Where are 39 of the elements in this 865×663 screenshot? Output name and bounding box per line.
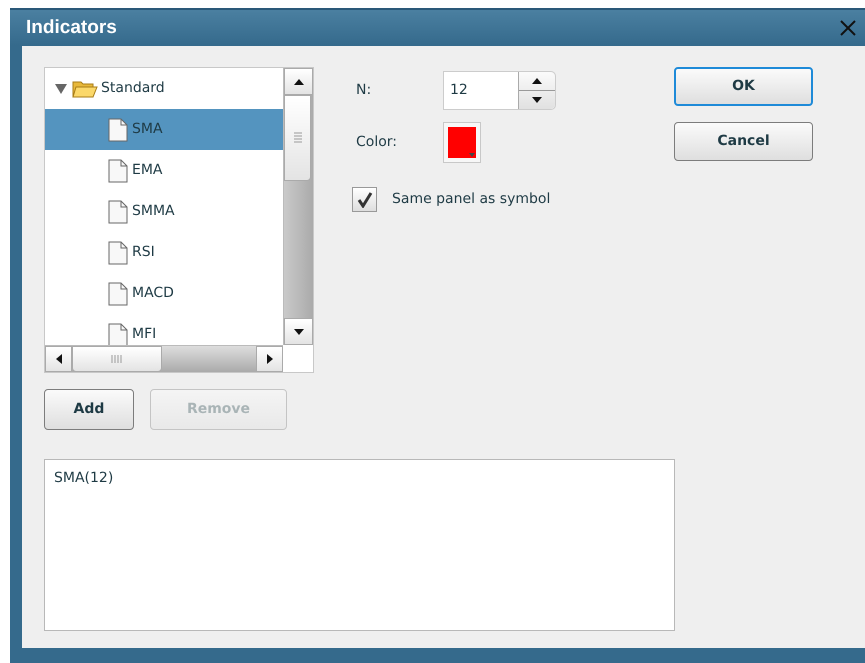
same-panel-checkbox[interactable] [352,187,377,212]
output-text-area[interactable]: SMA(12) [44,459,675,631]
grip-icon [111,355,123,363]
down-arrow-icon[interactable] [532,97,542,103]
expanded-triangle-icon[interactable] [55,84,67,94]
n-spin-field[interactable]: 12 [443,71,556,110]
tree-item[interactable]: MFI [45,314,283,345]
dropdown-arrow-icon [469,153,475,157]
checkmark-icon [356,192,372,208]
up-arrow-icon[interactable] [532,78,542,84]
tree-item[interactable]: EMA [45,150,283,191]
cancel-button[interactable]: Cancel [674,122,813,161]
document-icon [107,282,129,306]
color-picker[interactable] [443,122,481,163]
color-label: Color: [356,133,398,152]
down-arrow-icon[interactable] [294,328,304,334]
right-arrow-icon[interactable] [266,354,272,364]
checkbox-label: Same panel as symbol [392,190,550,209]
document-icon [107,240,129,264]
folder-icon [72,78,98,98]
close-icon[interactable] [839,19,857,37]
add-button[interactable]: Add [44,389,134,430]
document-icon [107,118,129,142]
tree-item[interactable]: SMMA [45,191,283,232]
tree-item[interactable]: SMA [45,109,283,150]
tree-item[interactable]: RSI [45,232,283,273]
grip-icon [294,132,302,144]
tree-item[interactable]: MACD [45,273,283,314]
window-title: Indicators [26,16,117,40]
document-icon [107,322,129,345]
left-arrow-icon[interactable] [56,354,62,364]
n-label: N: [356,81,372,100]
vertical-scrollbar[interactable] [283,68,313,345]
document-icon [107,158,129,182]
horizontal-scrollbar[interactable] [45,345,283,372]
up-arrow-icon[interactable] [294,78,304,84]
document-icon [107,200,129,224]
ok-button[interactable]: OK [674,67,813,106]
tree-folder[interactable]: Standard [45,68,283,109]
